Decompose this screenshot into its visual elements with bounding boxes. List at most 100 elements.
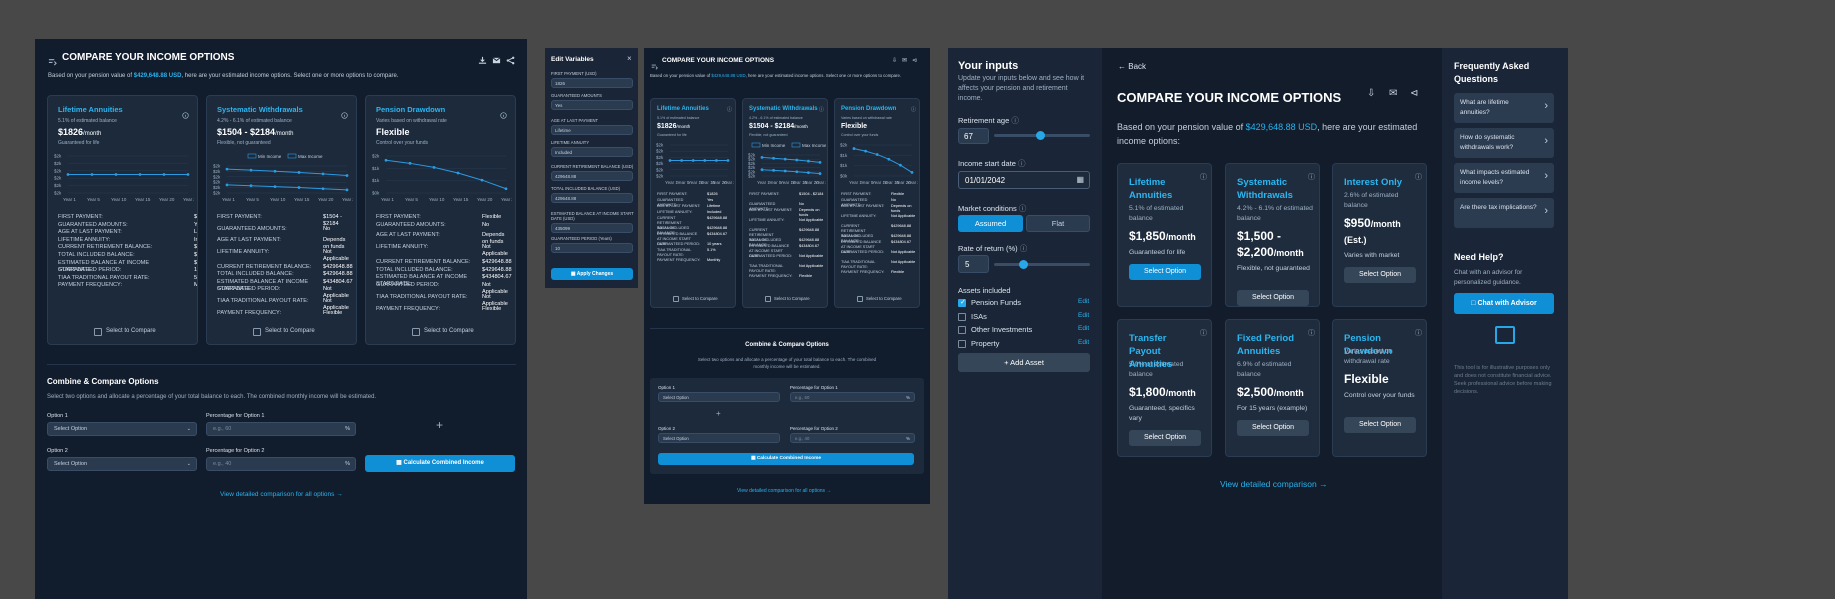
slider-knob[interactable]	[1018, 260, 1028, 269]
info-icon[interactable]: ⓘ	[727, 106, 732, 113]
asset-checkbox[interactable]: ✓	[958, 299, 966, 307]
card-note: Control over your funds	[376, 140, 428, 146]
compare-checkbox[interactable]	[94, 328, 102, 336]
info-icon[interactable]: ⓘ	[1011, 116, 1019, 125]
view-comparison-link[interactable]: View detailed comparison for all options…	[220, 491, 343, 498]
flat-button[interactable]: Flat	[1026, 215, 1090, 232]
asset-checkbox[interactable]	[958, 312, 966, 321]
rate-input[interactable]: 5	[958, 255, 989, 273]
faq-item[interactable]: What are lifetime annuities? ›	[1454, 93, 1554, 123]
select-option-button[interactable]: Select Option	[1237, 420, 1309, 436]
asset-edit-link[interactable]: Edit	[1078, 298, 1089, 305]
info-icon[interactable]: ⓘ	[911, 106, 916, 113]
add-asset-button[interactable]: + Add Asset	[958, 353, 1090, 372]
view-comparison-link[interactable]: View detailed comparison for all options…	[737, 488, 831, 494]
rate-slider[interactable]	[994, 260, 1090, 269]
start-date-input[interactable]: 01/01/2042 ▦	[958, 171, 1090, 189]
compare-checkbox[interactable]	[412, 328, 420, 336]
download-icon[interactable]	[478, 52, 487, 70]
asset-checkbox[interactable]	[958, 339, 966, 348]
info-icon[interactable]	[500, 106, 507, 124]
field-input[interactable]: 429648.88	[551, 193, 633, 203]
field-input[interactable]: 1826	[551, 78, 633, 88]
select-option-button[interactable]: Select Option	[1129, 430, 1201, 446]
option1-label: Option 1	[658, 385, 676, 390]
share-icon[interactable]: ⊲	[1410, 88, 1418, 99]
apply-changes-button[interactable]: ▦ Apply Changes	[551, 268, 633, 280]
option2-select[interactable]: Select Option	[658, 433, 780, 443]
select-option-button[interactable]: Select Option	[1129, 264, 1201, 280]
asset-checkbox[interactable]	[958, 326, 966, 334]
info-icon[interactable]: ⓘ	[1018, 159, 1026, 168]
info-icon[interactable]	[341, 106, 348, 124]
compare-checkbox[interactable]	[765, 296, 771, 302]
select-option-button[interactable]: Select Option	[1237, 290, 1309, 306]
slider-knob[interactable]	[1036, 131, 1046, 140]
pct2-input[interactable]: e.g., 40%	[790, 433, 915, 443]
option1-select[interactable]: Select Option ⌄	[47, 422, 197, 436]
chat-advisor-button[interactable]: □ Chat with Advisor	[1454, 293, 1554, 314]
download-icon[interactable]: ⇩	[1367, 88, 1375, 99]
detail-value: No	[482, 221, 490, 228]
info-icon[interactable]: ⓘ	[1308, 172, 1315, 182]
retirement-age-slider[interactable]	[994, 131, 1090, 140]
y-tick-label: $0k	[840, 174, 848, 179]
back-button[interactable]: ← Back	[1118, 62, 1146, 71]
info-icon[interactable]: ⓘ	[1200, 328, 1207, 338]
card-title: Systematic Withdrawals	[1237, 177, 1293, 201]
asset-edit-link[interactable]: Edit	[1078, 325, 1089, 332]
email-icon[interactable]	[492, 52, 501, 70]
compare-label[interactable]: Select to Compare	[866, 296, 902, 301]
calculate-button[interactable]: ▦ Calculate Combined Income	[365, 455, 515, 472]
y-tick-label: $2k	[54, 154, 62, 159]
calendar-icon[interactable]: ▦	[1076, 175, 1084, 184]
info-icon[interactable]: ⓘ	[1415, 172, 1422, 182]
card-subtitle: 4.2% - 6.1% of estimated balance	[217, 118, 292, 124]
asset-edit-link[interactable]: Edit	[1078, 339, 1089, 346]
download-icon[interactable]: ⇩	[892, 57, 897, 64]
field-input[interactable]: Yes	[551, 100, 633, 110]
compare-checkbox[interactable]	[253, 328, 261, 336]
info-icon[interactable]: ⓘ	[1019, 204, 1027, 213]
info-icon[interactable]: ⓘ	[819, 106, 824, 113]
faq-item[interactable]: Are there tax implications? ›	[1454, 198, 1554, 228]
compare-label[interactable]: Select to Compare	[424, 328, 474, 334]
info-icon[interactable]: ⓘ	[1415, 328, 1422, 338]
select-option-button[interactable]: Select Option	[1344, 267, 1416, 283]
option2-select[interactable]: Select Option ⌄	[47, 457, 197, 471]
pct1-input[interactable]: e.g., 60%	[206, 422, 356, 436]
share-icon[interactable]	[506, 52, 515, 70]
compare-label[interactable]: Select to Compare	[265, 328, 315, 334]
calculate-button[interactable]: ▦ Calculate Combined Income	[658, 453, 914, 465]
y-tick-label: $2k	[656, 155, 664, 160]
info-icon[interactable]: ⓘ	[1020, 244, 1028, 253]
email-icon[interactable]: ✉	[902, 57, 907, 64]
option1-select[interactable]: Select Option	[658, 392, 780, 402]
info-icon[interactable]: ⓘ	[1308, 328, 1315, 338]
share-icon[interactable]: ⊲	[912, 57, 917, 64]
faq-item[interactable]: What impacts estimated income levels? ›	[1454, 163, 1554, 193]
info-icon[interactable]	[182, 106, 189, 124]
field-input[interactable]: 10	[551, 243, 633, 253]
field-input[interactable]: Lifetime	[551, 125, 633, 135]
compare-label[interactable]: Select to Compare	[106, 328, 156, 334]
compare-checkbox[interactable]	[857, 296, 863, 302]
card-amount: $1826/month	[657, 123, 690, 130]
compare-checkbox[interactable]	[673, 296, 679, 302]
pct1-input[interactable]: e.g., 60%	[790, 392, 915, 402]
compare-label[interactable]: Select to Compare	[774, 296, 810, 301]
pct2-input[interactable]: e.g., 40%	[206, 457, 356, 471]
field-input[interactable]: Included	[551, 147, 633, 157]
field-input[interactable]: 435099	[551, 223, 633, 233]
assumed-button[interactable]: Assumed	[958, 215, 1023, 232]
compare-label[interactable]: Select to Compare	[682, 296, 718, 301]
view-comparison-link[interactable]: View detailed comparison →	[1220, 479, 1328, 489]
email-icon[interactable]: ✉	[1389, 88, 1397, 99]
retirement-age-input[interactable]: 67	[958, 128, 989, 144]
faq-item[interactable]: How do systematic withdrawals work? ›	[1454, 128, 1554, 158]
select-option-button[interactable]: Select Option	[1344, 417, 1416, 433]
info-icon[interactable]: ⓘ	[1200, 172, 1207, 182]
field-input[interactable]: 429648.88	[551, 171, 633, 181]
asset-edit-link[interactable]: Edit	[1078, 312, 1089, 319]
close-icon[interactable]: ×	[627, 54, 632, 63]
